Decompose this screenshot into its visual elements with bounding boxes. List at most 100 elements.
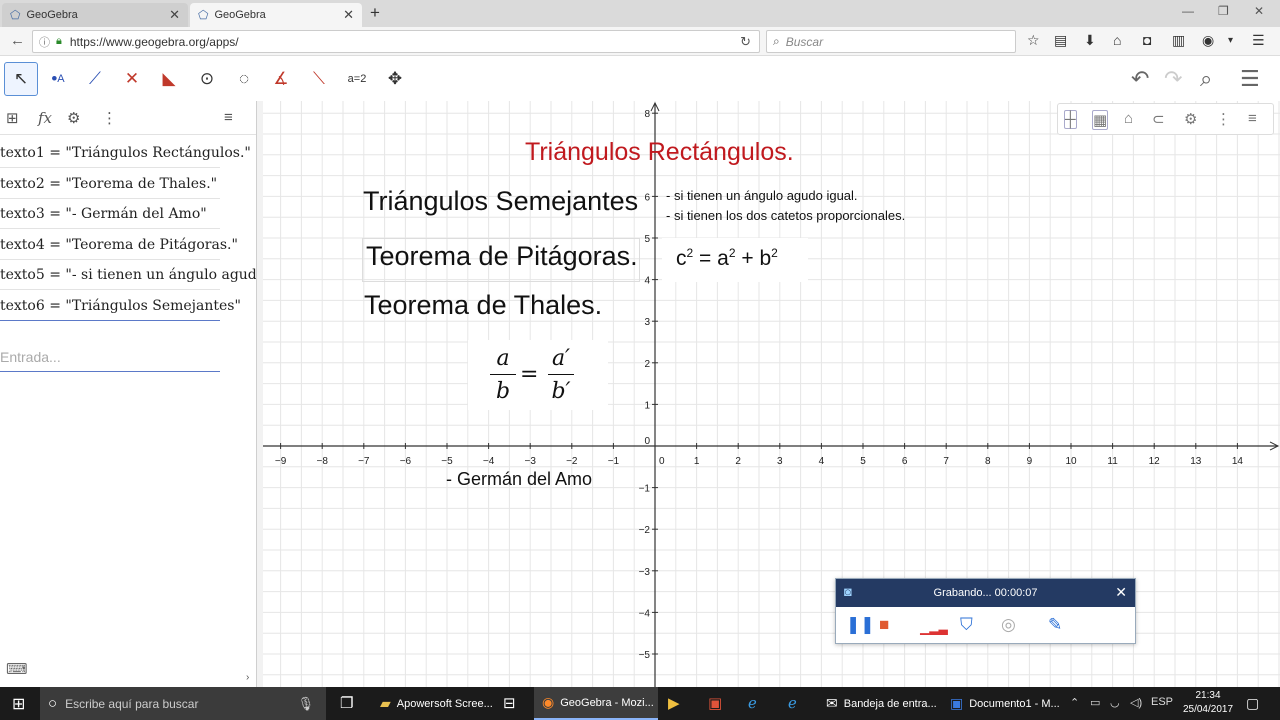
browser-tab[interactable]: ⬠ GeoGebra ✕ (2, 3, 188, 27)
home-icon[interactable]: ⌂ (1113, 32, 1121, 48)
algebra-input[interactable]: Entrada... (0, 340, 220, 372)
conic-tool-icon[interactable]: ◌ (227, 62, 261, 96)
thales-formula[interactable]: a b = a′ b′ (468, 340, 608, 410)
taskbar-search-input[interactable]: ○ Escribe aquí para buscar 🎙︎ (40, 687, 326, 720)
webcam-icon[interactable]: ◎ (1001, 615, 1016, 635)
move-graphics-tool-icon[interactable]: ✥ (378, 62, 412, 96)
main-menu-icon[interactable]: ☰ (1240, 66, 1260, 92)
stop-icon[interactable]: ■ (879, 615, 889, 635)
close-tab-icon[interactable]: ✕ (169, 7, 180, 23)
x-tick-label: −8 (316, 456, 328, 467)
text-teorema-pitagoras[interactable]: Teorema de Pitágoras. (366, 241, 638, 272)
windows-start-icon[interactable]: ⊞ (12, 694, 25, 714)
algebra-menu-icon[interactable]: ≡ (224, 109, 233, 126)
back-icon[interactable]: ← (10, 32, 25, 49)
screenshot-icon[interactable]: ⛉ (960, 615, 973, 635)
fx-icon[interactable]: fx (38, 109, 52, 127)
battery-icon[interactable]: ▭ (1090, 696, 1100, 709)
library-icon[interactable]: ▥ (1172, 32, 1185, 49)
new-tab-icon[interactable]: + (370, 3, 380, 23)
algebra-row-texto3[interactable]: texto3 = "- Germán del Amo" (0, 199, 256, 229)
text-condition-2[interactable]: - si tienen los dos catetos proporcional… (666, 208, 905, 223)
store-icon[interactable]: ⊟ (503, 694, 516, 712)
close-tab-icon[interactable]: ✕ (343, 7, 354, 23)
taskbar-item-mail[interactable]: ✉ Bandeja de entra... (820, 687, 940, 720)
star-icon[interactable]: ☆ (1027, 32, 1040, 49)
text-author[interactable]: - Germán del Amo (446, 469, 592, 490)
more-options-icon[interactable]: ⋮ (1216, 110, 1231, 128)
audio-level-icon[interactable]: ▁▂▃ (920, 621, 948, 635)
axes-toggle-icon[interactable]: ┼ (1064, 110, 1077, 129)
text-condition-1[interactable]: - si tienen un ángulo agudo igual. (666, 188, 858, 203)
algebra-row-texto5[interactable]: texto5 = "- si tienen un ángulo agudo ig… (0, 260, 256, 290)
info-icon[interactable]: ⓘ (39, 34, 50, 50)
internet-explorer-icon[interactable]: ℯ (788, 694, 797, 712)
keyboard-icon[interactable]: ⌨ (6, 660, 28, 678)
gear-icon[interactable]: ⚙ (1184, 110, 1197, 128)
algebra-header: ⊞ fx ⚙ ⋮ ≡ (0, 101, 256, 135)
geogebra-favicon-icon: ⬠ (10, 8, 21, 22)
chevron-right-icon[interactable]: › (246, 672, 249, 683)
y-tick-label: 1 (644, 400, 650, 411)
move-tool-icon[interactable]: ↖ (4, 62, 38, 96)
taskbar-item-apowersoft[interactable]: ▰ Apowersoft Scree... (372, 687, 493, 720)
algebra-row-texto4[interactable]: texto4 = "Teorema de Pitágoras." (0, 230, 256, 260)
pocket-icon[interactable]: ◘ (1143, 32, 1151, 48)
slider-tool-icon[interactable]: a=2 (340, 62, 374, 96)
menu-icon[interactable]: ☰ (1252, 32, 1265, 49)
text-teorema-thales[interactable]: Teorema de Thales. (364, 290, 602, 321)
reload-icon[interactable]: ↻ (740, 34, 751, 50)
polygon-tool-icon[interactable]: ◣ (152, 62, 186, 96)
pause-icon[interactable]: ❚❚ (846, 615, 875, 635)
perpendicular-tool-icon[interactable]: ✕ (115, 62, 149, 96)
task-view-icon[interactable]: ❐ (340, 694, 353, 712)
pythagoras-formula[interactable]: c2 = a2 + b2 (662, 238, 808, 282)
algebra-row-texto2[interactable]: texto2 = "Teorema de Thales." (0, 169, 256, 199)
taskbar-item-word[interactable]: ▣ Documento1 - M... (944, 687, 1064, 720)
home-view-icon[interactable]: ⌂ (1124, 110, 1133, 127)
point-tool-icon[interactable]: • A (41, 62, 75, 96)
cortana-icon: ○ (48, 695, 58, 712)
text-triangulos-semejantes[interactable]: Triángulos Semejantes (363, 186, 638, 217)
close-icon[interactable]: ✕ (1115, 584, 1127, 601)
powerpoint-icon[interactable]: ▣ (708, 694, 722, 712)
download-icon[interactable]: ⬇ (1084, 32, 1096, 49)
line-tool-icon[interactable]: ⟋ (78, 62, 112, 96)
tray-expand-icon[interactable]: ⌃ (1070, 696, 1079, 709)
taskbar-item-geogebra[interactable]: ◉ GeoGebra - Mozi... (534, 687, 658, 720)
fraction-a-prime-b-prime: a′ b′ (546, 346, 576, 404)
style-menu-icon[interactable]: ≡ (1248, 110, 1257, 127)
gear-icon[interactable]: ⚙ (67, 109, 80, 127)
browser-tab-active[interactable]: ⬠ GeoGebra ✕ (190, 3, 362, 27)
algebra-row-texto6[interactable]: texto6 = "Triángulos Semejantes" (0, 291, 256, 321)
grid-toggle-icon[interactable]: ▦ (1092, 110, 1109, 130)
volume-icon[interactable]: ◁) (1130, 696, 1142, 709)
microphone-icon[interactable]: 🎙︎ (297, 696, 314, 712)
redo-icon[interactable]: ↷ (1164, 66, 1182, 92)
browser-search-input[interactable]: ⌕ Buscar (766, 30, 1016, 53)
extension-icon[interactable]: ◉ (1202, 32, 1214, 49)
chevron-down-icon[interactable]: ▾ (1228, 35, 1233, 46)
notifications-icon[interactable]: ▢ (1246, 695, 1259, 712)
circle-tool-icon[interactable]: ⊙ (190, 62, 224, 96)
reading-list-icon[interactable]: ▤ (1054, 32, 1067, 49)
graphics-title-text[interactable]: Triángulos Rectángulos. (525, 138, 794, 167)
reflect-tool-icon[interactable]: ⟍ (302, 62, 336, 96)
algebra-row-texto1[interactable]: texto1 = "Triángulos Rectángulos." (0, 138, 256, 168)
close-window-icon[interactable]: ✕ (1254, 4, 1264, 18)
undo-icon[interactable]: ↶ (1131, 66, 1149, 92)
url-bar[interactable]: ⓘ 🔒︎ https://www.geogebra.org/apps/ ↻ (32, 30, 760, 53)
media-player-icon[interactable]: ▶ (668, 694, 680, 712)
more-options-icon[interactable]: ⋮ (102, 109, 117, 127)
restore-icon[interactable]: ❐ (1218, 4, 1229, 18)
minimize-icon[interactable]: — (1182, 4, 1194, 18)
network-icon[interactable]: ◡ (1110, 696, 1120, 709)
taskbar-clock[interactable]: 21:34 25/04/2017 (1180, 689, 1236, 717)
search-icon[interactable]: ⌕ (1200, 66, 1212, 92)
edge-icon[interactable]: ℯ (748, 694, 757, 712)
magnet-icon[interactable]: ⊂ (1152, 110, 1165, 128)
sort-icon[interactable]: ⊞ (6, 109, 19, 127)
language-indicator[interactable]: ESP (1151, 696, 1173, 708)
pen-icon[interactable]: ✎ (1048, 615, 1062, 635)
angle-tool-icon[interactable]: ∡ (264, 62, 298, 96)
